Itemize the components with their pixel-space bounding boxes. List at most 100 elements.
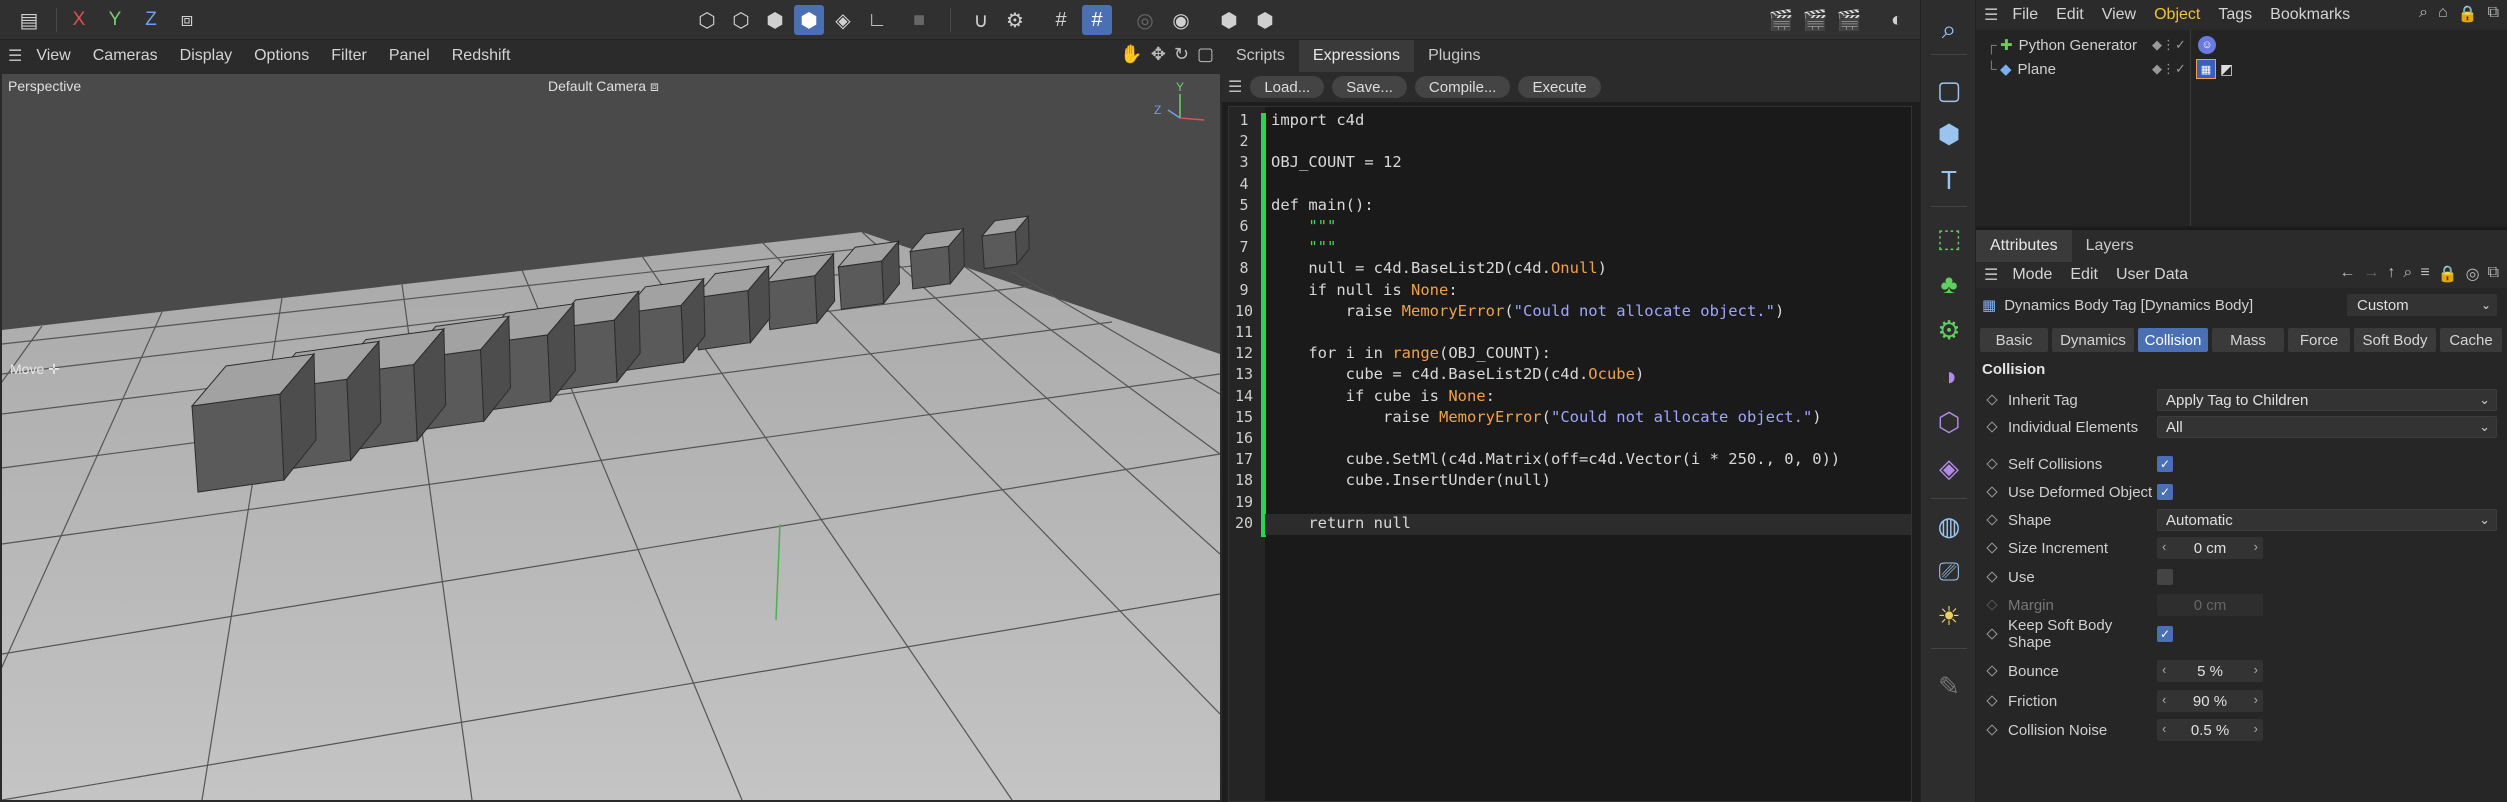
texture-mode-icon[interactable]: ◈ xyxy=(828,5,858,35)
render-picture-viewer-icon[interactable]: 🎬 xyxy=(1800,5,1830,35)
points-mode-icon[interactable]: ⬡ xyxy=(692,5,722,35)
subtab-soft-body[interactable]: Soft Body xyxy=(2354,328,2436,352)
size-increment-field[interactable]: ‹ 0 cm › xyxy=(2157,537,2263,559)
edges-mode-icon[interactable]: ⬡ xyxy=(726,5,756,35)
keyframe-diamond-icon[interactable] xyxy=(1986,628,1998,640)
code-line[interactable]: cube.SetMl(c4d.Matrix(off=c4d.Vector(i *… xyxy=(1271,450,1841,468)
dynamics-body-tag-icon[interactable]: ▦ xyxy=(2196,59,2216,79)
lock-icon[interactable]: 🔒 xyxy=(2458,4,2478,24)
code-line[interactable]: if null is None: xyxy=(1271,281,1457,299)
filter-icon[interactable]: ≡ xyxy=(2420,264,2429,284)
keep-soft-body-shape-checkbox[interactable]: ✓ xyxy=(2157,626,2173,642)
viewport-menu-display[interactable]: Display xyxy=(180,47,232,65)
soft-selection-icon[interactable]: ◎ xyxy=(1130,5,1160,35)
polygons-mode-icon[interactable]: ⬢ xyxy=(760,5,790,35)
decrement-arrow-icon[interactable]: ‹ xyxy=(2162,539,2166,554)
keyframe-diamond-icon[interactable] xyxy=(1986,458,1998,470)
om-menu-edit[interactable]: Edit xyxy=(2056,6,2084,24)
increment-arrow-icon[interactable]: › xyxy=(2254,539,2258,554)
deformer-icon[interactable]: ◑ xyxy=(1933,360,1965,392)
compile-button[interactable]: Compile... xyxy=(1414,76,1511,98)
undo-history-icon[interactable]: ▤ xyxy=(14,5,44,35)
tab-attributes[interactable]: Attributes xyxy=(1976,230,2072,262)
move-view-icon[interactable]: ✥ xyxy=(1151,44,1166,65)
keyframe-diamond-icon[interactable] xyxy=(1986,486,1998,498)
workplane-icon[interactable]: # xyxy=(1046,5,1076,35)
code-line[interactable]: for i in range(OBJ_COUNT): xyxy=(1271,344,1551,362)
list-item[interactable]: └ ◆ Plane ◆⋮✓ ▦ ◩ xyxy=(1976,57,2507,81)
individual-elements-dropdown[interactable]: All ⌄ xyxy=(2157,416,2497,438)
visibility-toggle-icon[interactable]: ◆⋮✓ xyxy=(2152,61,2186,77)
texture-tag-icon[interactable]: ◩ xyxy=(2220,61,2233,78)
load-button[interactable]: Load... xyxy=(1250,76,1325,98)
python-tag-icon[interactable]: ☺ xyxy=(2198,36,2216,54)
viewport-menu-redshift[interactable]: Redshift xyxy=(452,47,511,65)
viewport-menu-options[interactable]: Options xyxy=(254,47,309,65)
am-menu-user-data[interactable]: User Data xyxy=(2116,266,2188,284)
tab-scripts[interactable]: Scripts xyxy=(1222,40,1299,72)
snap-icon[interactable]: ∪ xyxy=(966,5,996,35)
model-mode-icon[interactable]: ⬢ xyxy=(794,5,824,35)
om-menu-object[interactable]: Object xyxy=(2154,6,2200,24)
rotate-view-icon[interactable]: ↻ xyxy=(1174,44,1189,65)
visibility-toggle-icon[interactable]: ◆⋮✓ xyxy=(2152,37,2186,53)
coordinate-system-icon[interactable]: ⧈ xyxy=(172,5,202,35)
axis-z-lock-button[interactable]: Z xyxy=(136,5,166,35)
shape-dropdown[interactable]: Automatic ⌄ xyxy=(2157,509,2497,531)
camera-object-icon[interactable]: ⎚ xyxy=(1933,556,1965,588)
snap-settings-icon[interactable]: ⚙ xyxy=(1000,5,1030,35)
field-icon[interactable]: ⬡ xyxy=(1933,406,1965,438)
use-checkbox[interactable] xyxy=(2157,569,2173,585)
am-menu-edit[interactable]: Edit xyxy=(2070,266,2098,284)
inherit-tag-dropdown[interactable]: Apply Tag to Children ⌄ xyxy=(2157,389,2497,411)
keyframe-diamond-icon[interactable] xyxy=(1986,599,1998,611)
am-menu-mode[interactable]: Mode xyxy=(2012,266,2052,284)
om-menu-tags[interactable]: Tags xyxy=(2218,6,2252,24)
environment-icon[interactable]: ◍ xyxy=(1933,510,1965,542)
search-icon[interactable]: ⌕ xyxy=(2403,264,2412,284)
keyframe-diamond-icon[interactable] xyxy=(1986,421,1998,433)
uv-mode-icon[interactable]: ■ xyxy=(904,5,934,35)
viewport-menu-panel[interactable]: Panel xyxy=(389,47,430,65)
use-deformed-object-checkbox[interactable]: ✓ xyxy=(2157,484,2173,500)
text-object-icon[interactable]: T xyxy=(1933,164,1965,196)
code-line[interactable]: cube = c4d.BaseList2D(c4d.Ocube) xyxy=(1271,365,1645,383)
subtab-cache[interactable]: Cache xyxy=(2440,328,2502,352)
code-line[interactable]: """ xyxy=(1271,238,1336,256)
search-icon[interactable]: ⌕ xyxy=(2419,4,2428,24)
code-line[interactable]: raise MemoryError("Could not allocate ob… xyxy=(1271,408,1822,426)
tab-plugins[interactable]: Plugins xyxy=(1414,40,1494,72)
camera-label[interactable]: Default Camera ⧈ xyxy=(548,78,659,95)
lock-icon[interactable]: ⬢ xyxy=(1214,5,1244,35)
collision-noise-field[interactable]: ‹ 0.5 % › xyxy=(2157,719,2263,741)
code-line[interactable]: import c4d xyxy=(1271,111,1364,129)
decrement-arrow-icon[interactable]: ‹ xyxy=(2162,721,2166,736)
lock-icon[interactable]: 🔒 xyxy=(2438,264,2458,284)
code-line[interactable]: raise MemoryError("Could not allocate ob… xyxy=(1271,302,1785,320)
code-line[interactable]: OBJ_COUNT = 12 xyxy=(1271,153,1402,171)
code-line[interactable]: def main(): xyxy=(1271,196,1374,214)
render-settings-icon[interactable]: 🎬 xyxy=(1834,5,1864,35)
viewport-menu-view[interactable]: View xyxy=(36,47,70,65)
light-icon[interactable]: ☀ xyxy=(1933,600,1965,632)
increment-arrow-icon[interactable]: › xyxy=(2254,662,2258,677)
generator-icon[interactable]: ♣ xyxy=(1933,268,1965,300)
preset-dropdown[interactable]: Custom ⌄ xyxy=(2347,294,2497,316)
back-arrow-icon[interactable]: ← xyxy=(2339,264,2355,284)
code-editor[interactable]: 1 import c4d 2 3 OBJ_COUNT = 12 4 5 def main():… xyxy=(1228,106,1912,802)
viewport-menu-filter[interactable]: Filter xyxy=(331,47,367,65)
cube-object-icon[interactable]: ⬢ xyxy=(1933,118,1965,150)
home-icon[interactable]: ⌂ xyxy=(2438,4,2448,24)
tab-layers[interactable]: Layers xyxy=(2072,230,2148,262)
self-collisions-checkbox[interactable]: ✓ xyxy=(2157,456,2173,472)
increment-arrow-icon[interactable]: › xyxy=(2254,692,2258,707)
new-window-icon[interactable]: ⧉ xyxy=(2488,264,2499,284)
keyframe-diamond-icon[interactable] xyxy=(1986,514,1998,526)
code-line[interactable]: return null xyxy=(1271,514,1411,532)
grid-snap-icon[interactable]: # xyxy=(1082,5,1112,35)
code-line[interactable]: """ xyxy=(1271,217,1336,235)
tweak-mode-icon[interactable]: ⬢ xyxy=(1250,5,1280,35)
tab-expressions[interactable]: Expressions xyxy=(1298,40,1415,72)
keyframe-diamond-icon[interactable] xyxy=(1986,695,1998,707)
om-menu-file[interactable]: File xyxy=(2012,6,2038,24)
